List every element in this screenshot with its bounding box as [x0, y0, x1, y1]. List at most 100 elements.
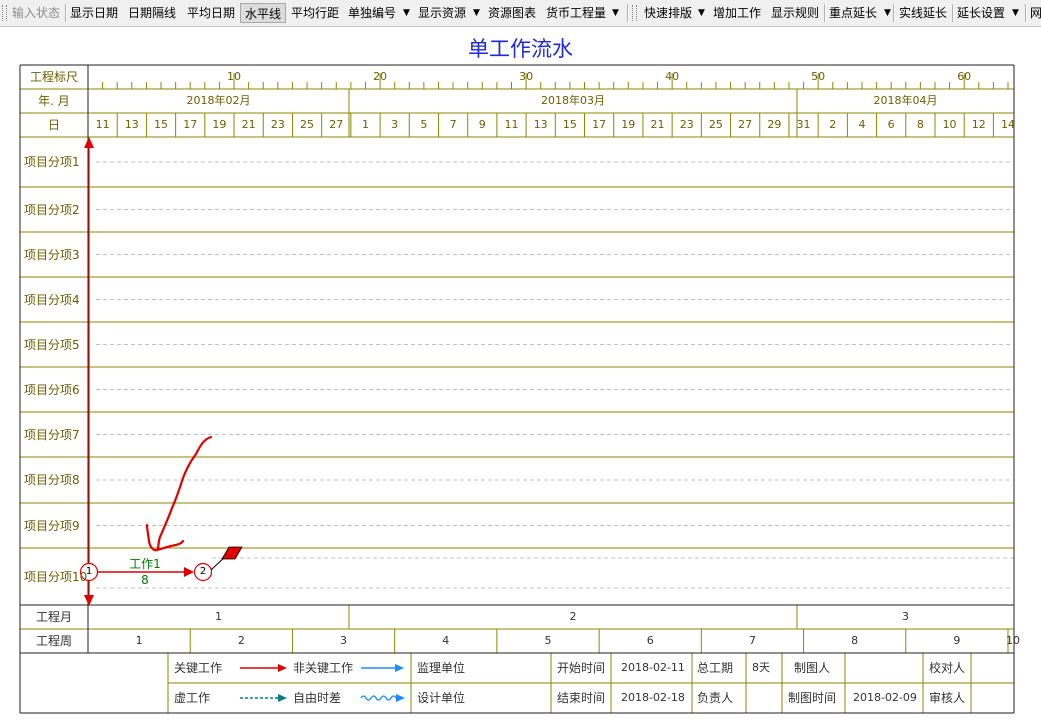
day-cell: 8 — [916, 118, 924, 131]
day-cell: 7 — [449, 118, 457, 131]
total-duration-label: 总工期 — [697, 661, 734, 675]
start-node-number: 1 — [85, 566, 93, 577]
row-label: 项目分项8 — [24, 473, 80, 487]
checker-label: 校对人 — [929, 661, 966, 675]
row-label: 项目分项10 — [24, 569, 88, 584]
reviewer-label: 审核人 — [929, 691, 966, 705]
legend-critical-label: 关键工作 — [174, 661, 223, 675]
owner-label: 负责人 — [697, 691, 734, 705]
project-week-cell: 6 — [646, 634, 654, 647]
day-cell: 13 — [124, 118, 139, 131]
project-month-cell: 3 — [902, 610, 909, 623]
year-month-label: 年. 月 — [38, 94, 70, 108]
day-cell: 27 — [329, 118, 344, 131]
day-cell: 4 — [858, 118, 866, 131]
day-cell: 15 — [154, 118, 168, 131]
row-label: 项目分项1 — [24, 155, 80, 169]
engineering-scale-label: 工程标尺 — [29, 70, 78, 84]
legend-dummy-arrow-icon — [278, 694, 287, 702]
scale-tick-label: 50 — [811, 70, 826, 83]
day-cell: 11 — [95, 118, 110, 131]
milestone-flag-icon[interactable] — [221, 546, 243, 560]
scale-tick-label: 40 — [665, 70, 680, 83]
project-week-cell: 9 — [953, 634, 961, 647]
end-time-label: 结束时间 — [557, 691, 606, 705]
project-week-cell: 1 — [135, 634, 143, 647]
row-label: 项目分项5 — [24, 337, 80, 352]
day-cell: 19 — [621, 118, 636, 131]
project-week-cell: 3 — [340, 634, 348, 647]
total-duration-value: 8天 — [752, 661, 770, 674]
legend-critical-arrow-icon — [278, 664, 287, 672]
end-time-value[interactable]: 2018-02-18 — [621, 691, 685, 705]
scale-tick-label: 20 — [373, 70, 388, 83]
scale-tick-label: 60 — [957, 70, 972, 83]
day-cell: 11 — [504, 118, 519, 131]
project-week-cell: 2 — [237, 634, 245, 647]
day-label: 日 — [47, 118, 60, 132]
legend-noncritical-arrow-icon — [395, 664, 404, 672]
day-cell: 9 — [478, 118, 486, 131]
day-cell: 25 — [708, 118, 723, 131]
timeline-axis-up-arrow-icon — [84, 137, 94, 148]
day-cell: 10 — [942, 118, 957, 131]
month-cell: 2018年04月 — [873, 94, 938, 107]
legend-free-float-label: 自由时差 — [293, 691, 342, 705]
project-week-cell: 8 — [851, 634, 859, 647]
month-cell: 2018年02月 — [186, 94, 251, 107]
legend-free-float-wave — [360, 695, 397, 701]
supervisor-label: 监理单位 — [417, 661, 466, 675]
scale-tick-label: 10 — [227, 70, 242, 83]
timeline-axis-down-arrow-icon — [84, 595, 94, 606]
day-cell: 1 — [361, 118, 369, 131]
legend-dummy-label: 虚工作 — [174, 691, 211, 705]
project-week-cell: 7 — [748, 634, 756, 647]
month-cell: 2018年03月 — [541, 94, 605, 107]
project-month-cell: 1 — [215, 610, 222, 623]
day-cell: 27 — [738, 118, 753, 131]
row-label: 项目分项6 — [24, 382, 80, 397]
draft-time-label: 制图时间 — [788, 691, 837, 705]
day-cell: 13 — [533, 118, 548, 131]
day-cell: 23 — [270, 118, 285, 131]
day-cell: 31 — [796, 118, 811, 131]
row-label: 项目分项2 — [24, 202, 80, 217]
day-cell: 6 — [887, 118, 895, 131]
day-cell: 25 — [300, 118, 315, 131]
project-week-cell: 5 — [544, 634, 552, 647]
day-cell: 21 — [241, 118, 256, 131]
project-week-cell: 4 — [442, 634, 450, 647]
legend-noncritical-label: 非关键工作 — [293, 661, 354, 675]
day-cell: 29 — [767, 118, 782, 131]
day-cell: 2 — [829, 118, 837, 131]
row-label: 项目分项7 — [24, 427, 80, 442]
start-time-label: 开始时间 — [557, 661, 606, 675]
task-name-label[interactable]: 工作1 — [125, 557, 165, 571]
project-month-cell: 2 — [569, 610, 577, 623]
day-cell: 3 — [391, 118, 399, 131]
row-label: 项目分项4 — [24, 292, 80, 307]
day-cell: 14 — [1000, 118, 1015, 131]
draft-time-value[interactable]: 2018-02-09 — [853, 691, 917, 705]
day-cell: 17 — [183, 118, 198, 131]
designer-label: 设计单位 — [417, 691, 466, 705]
freehand-annotation-stroke — [145, 435, 213, 552]
day-cell: 21 — [650, 118, 665, 131]
project-week-label: 工程周 — [35, 634, 72, 648]
project-week-cell: 10 — [1006, 634, 1020, 647]
drafter-label: 制图人 — [794, 661, 831, 675]
day-cell: 15 — [562, 118, 577, 131]
row-label: 项目分项9 — [24, 518, 80, 533]
day-cell: 23 — [679, 118, 694, 131]
day-cell: 12 — [971, 118, 986, 131]
project-month-label: 工程月 — [35, 610, 72, 624]
end-node-number: 2 — [199, 566, 207, 577]
row-label: 项目分项3 — [24, 247, 80, 262]
day-cell: 5 — [420, 118, 428, 131]
task-arrowhead-icon — [184, 567, 194, 577]
day-cell: 19 — [212, 118, 227, 131]
start-time-value[interactable]: 2018-02-11 — [621, 661, 685, 675]
day-cell: 17 — [592, 118, 607, 131]
task-duration-label: 8 — [141, 573, 149, 587]
legend-free-float-arrow-icon — [396, 694, 405, 702]
